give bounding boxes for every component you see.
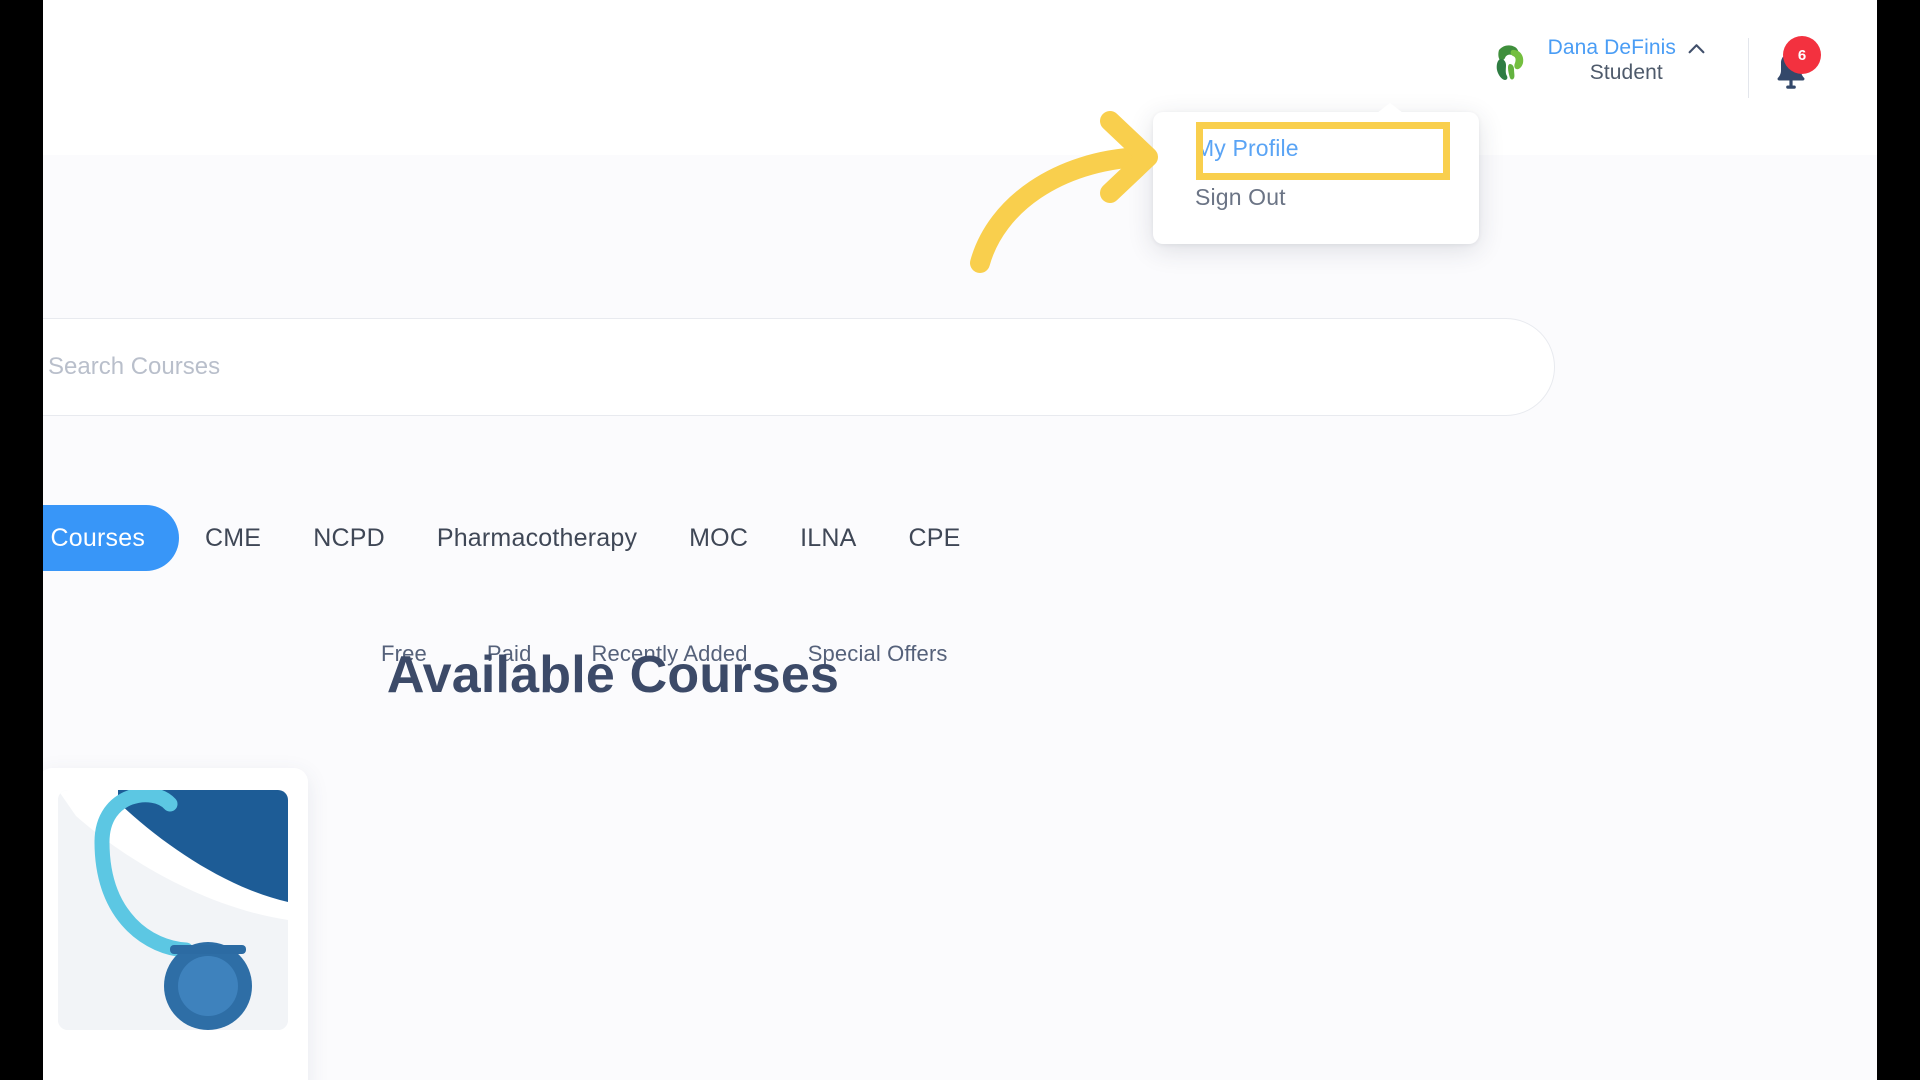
tab-ilna[interactable]: ILNA	[774, 505, 882, 571]
user-identity: Dana DeFinis Student	[1548, 36, 1705, 86]
dropdown-notch	[1377, 103, 1403, 113]
tab-moc[interactable]: MOC	[663, 505, 774, 571]
notifications-button[interactable]: 6	[1765, 36, 1821, 92]
chevron-up-icon[interactable]	[1688, 43, 1705, 54]
page-title: Available Courses	[386, 646, 840, 704]
notification-count-badge: 6	[1783, 36, 1821, 74]
tab-all-courses[interactable]: All Courses	[43, 505, 180, 571]
category-tabs: All Courses CME NCPD Pharmacotherapy MOC…	[43, 505, 987, 571]
letterbox-band-left	[0, 0, 43, 1080]
menu-item-sign-out[interactable]: Sign Out	[1153, 173, 1479, 222]
tab-cme[interactable]: CME	[179, 505, 287, 571]
user-menu-trigger[interactable]: Dana DeFinis Student	[1486, 36, 1705, 86]
tab-cpe[interactable]: CPE	[882, 505, 986, 571]
course-card[interactable]	[43, 768, 308, 1080]
menu-item-my-profile[interactable]: My Profile	[1153, 124, 1479, 173]
top-bar: Dana DeFinis Student 6	[43, 0, 1877, 155]
green-tri-leaf-logo-icon	[1496, 45, 1523, 80]
stethoscope-photo	[58, 790, 288, 1030]
user-name: Dana DeFinis	[1547, 36, 1676, 59]
user-dropdown-menu: My Profile Sign Out	[1153, 103, 1479, 245]
screenshot-viewport: Dana DeFinis Student 6 My Profile Sign O…	[0, 0, 1920, 1080]
user-name-row[interactable]: Dana DeFinis	[1548, 36, 1705, 61]
tab-pharmacotherapy[interactable]: Pharmacotherapy	[411, 505, 663, 571]
search-bar[interactable]	[43, 318, 1555, 416]
header-divider	[1748, 38, 1749, 98]
search-input[interactable]	[43, 318, 1555, 416]
app-page: Dana DeFinis Student 6 My Profile Sign O…	[43, 0, 1877, 1080]
tab-ncpd[interactable]: NCPD	[287, 505, 411, 571]
letterbox-band-right	[1877, 0, 1920, 1080]
user-role: Student	[1589, 60, 1663, 84]
